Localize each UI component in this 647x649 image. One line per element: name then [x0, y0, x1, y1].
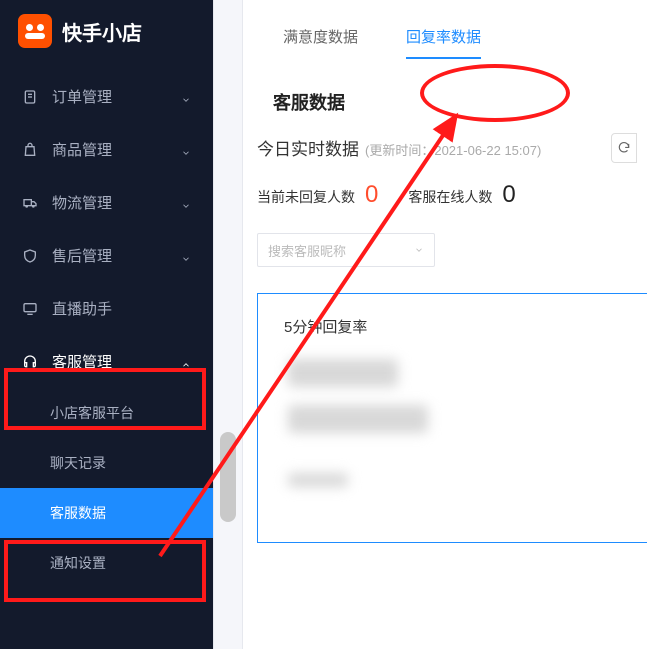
stat-value: 0	[365, 181, 378, 209]
main-content: 满意度数据 回复率数据 客服数据 今日实时数据 (更新时间：2021-06-22…	[243, 0, 647, 649]
customer-service-submenu: 小店客服平台 聊天记录 客服数据 通知设置	[0, 388, 213, 588]
stat-unreplied: 当前未回复人数 0	[257, 181, 378, 209]
chevron-down-icon	[181, 145, 191, 155]
sidebar-item-label: 订单管理	[52, 86, 112, 107]
subitem-service-data[interactable]: 客服数据	[0, 488, 213, 538]
subitem-service-platform[interactable]: 小店客服平台	[0, 388, 213, 438]
section-title: 客服数据	[243, 59, 647, 133]
sidebar-item-label: 物流管理	[52, 192, 112, 213]
refresh-button[interactable]	[611, 133, 637, 163]
tab-reply-rate[interactable]: 回复率数据	[406, 26, 481, 59]
subitem-notification-settings[interactable]: 通知设置	[0, 538, 213, 588]
divider-strip	[213, 0, 243, 649]
app-logo: 快手小店	[0, 0, 213, 62]
sidebar-item-label: 直播助手	[52, 298, 112, 319]
stat-value: 0	[502, 181, 515, 209]
subitem-chat-history[interactable]: 聊天记录	[0, 438, 213, 488]
sidebar-item-label: 售后管理	[52, 245, 112, 266]
sidebar-item-customer-service[interactable]: 客服管理	[0, 335, 213, 388]
sidebar-item-label: 商品管理	[52, 139, 112, 160]
chart-title: 5分钟回复率	[284, 316, 630, 337]
scrollbar-thumb[interactable]	[220, 432, 236, 522]
stat-label: 当前未回复人数	[257, 187, 355, 207]
main-nav: 订单管理 商品管理 物流管理	[0, 62, 213, 588]
truck-icon	[22, 195, 38, 211]
sidebar-item-logistics[interactable]: 物流管理	[0, 176, 213, 229]
blurred-content	[288, 473, 348, 487]
chevron-up-icon	[181, 357, 191, 367]
stats-row: 当前未回复人数 0 客服在线人数 0	[243, 163, 647, 209]
tab-satisfaction[interactable]: 满意度数据	[283, 26, 358, 59]
sidebar-item-aftersale[interactable]: 售后管理	[0, 229, 213, 282]
chevron-down-icon	[181, 92, 191, 102]
tabs-row: 满意度数据 回复率数据	[243, 0, 647, 59]
reply-rate-chart-panel[interactable]: 5分钟回复率	[257, 293, 647, 543]
sidebar-item-products[interactable]: 商品管理	[0, 123, 213, 176]
shield-icon	[22, 248, 38, 264]
blurred-content	[288, 405, 428, 433]
monitor-icon	[22, 301, 38, 317]
update-time: (更新时间：2021-06-22 15:07)	[365, 140, 541, 159]
blurred-content	[288, 359, 398, 387]
sidebar-item-live-assist[interactable]: 直播助手	[0, 282, 213, 335]
bag-icon	[22, 142, 38, 158]
stat-online-agents: 客服在线人数 0	[408, 181, 515, 209]
chevron-down-icon	[181, 251, 191, 261]
sidebar-item-orders[interactable]: 订单管理	[0, 70, 213, 123]
stat-label: 客服在线人数	[408, 187, 492, 207]
sidebar-item-label: 客服管理	[52, 351, 112, 372]
logo-icon	[18, 14, 52, 48]
doc-icon	[22, 89, 38, 105]
headset-icon	[22, 354, 38, 370]
chevron-down-icon	[414, 245, 424, 255]
search-placeholder: 搜索客服昵称	[268, 241, 346, 260]
sidebar: 快手小店 订单管理 商品管理 物流管理	[0, 0, 213, 649]
chevron-down-icon	[181, 198, 191, 208]
realtime-label: 今日实时数据	[257, 135, 359, 160]
app-title: 快手小店	[62, 17, 142, 46]
refresh-icon	[617, 141, 631, 155]
search-agent-select[interactable]: 搜索客服昵称	[257, 233, 435, 267]
realtime-row: 今日实时数据 (更新时间：2021-06-22 15:07)	[243, 133, 647, 163]
